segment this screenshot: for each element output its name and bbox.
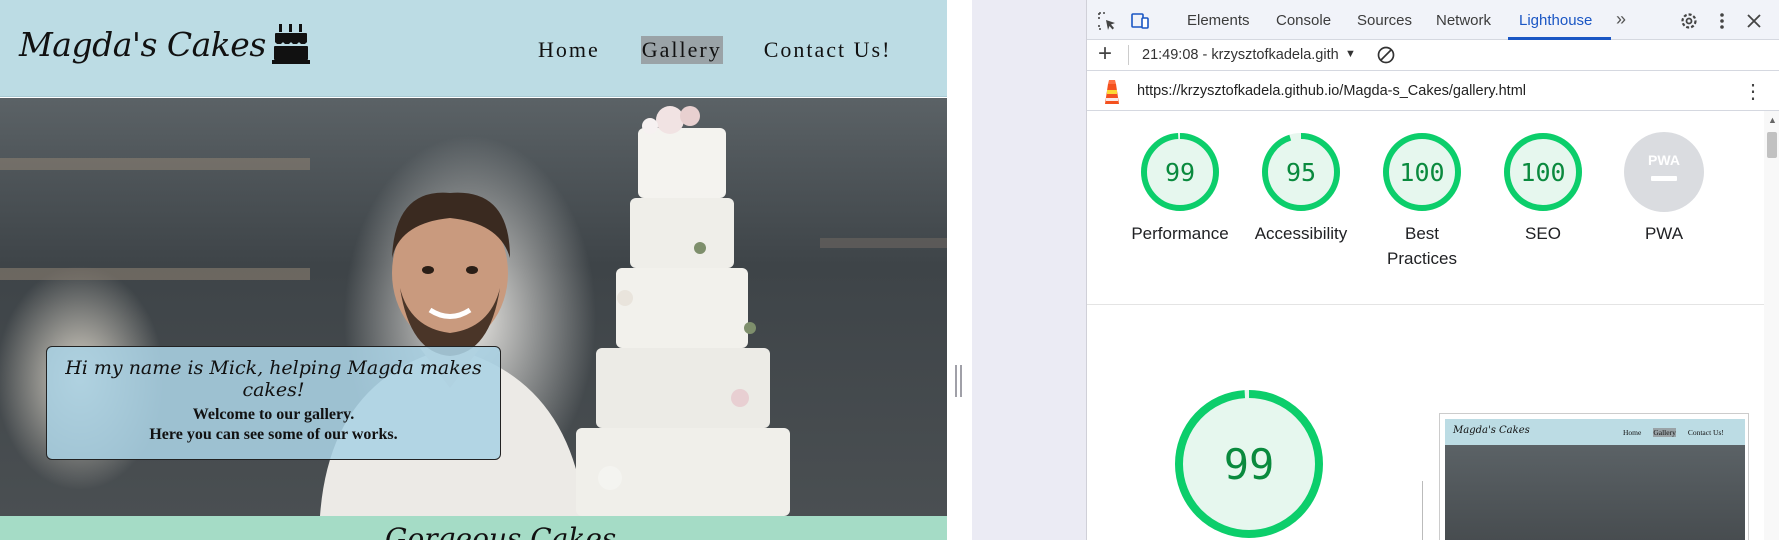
scrollbar-thumb[interactable]	[1767, 132, 1777, 158]
tab-network[interactable]: Network	[1436, 12, 1491, 29]
score-value: 99	[1165, 158, 1195, 187]
tab-elements[interactable]: Elements	[1187, 12, 1250, 29]
hero-subtext: Here you can see some of our works.	[149, 426, 398, 443]
thumbnail-nav: Home Gallery Contact Us!	[1623, 428, 1724, 437]
main-nav: Home Gallery Contact Us!	[537, 36, 892, 64]
devtools-tabbar: Elements Console Sources Network Lightho…	[1087, 0, 1779, 40]
scroll-up-icon[interactable]: ▲	[1768, 115, 1777, 125]
gauge-ring: 100	[1504, 133, 1582, 211]
score-value: PWA	[1648, 152, 1680, 168]
website-viewport: Magda's Cakes Home Gallery Contact Us! H…	[0, 0, 947, 540]
hero-welcome-box: Hi my name is Mick, helping Magda makes …	[46, 346, 501, 460]
hero-title: Hi my name is Mick, helping Magda makes …	[65, 357, 482, 401]
section-divider	[1087, 304, 1764, 305]
score-gauge-pwa[interactable]: PWA PWA	[1604, 131, 1724, 246]
main-score-value: 99	[1224, 440, 1275, 489]
score-gauge-best-practices[interactable]: 100 Best Practices	[1362, 131, 1482, 271]
devtools-resize-handle[interactable]	[954, 365, 962, 397]
thumbnail-header: Magda's Cakes Home Gallery Contact Us!	[1445, 419, 1745, 445]
shelf	[0, 268, 310, 280]
nav-contact-link[interactable]: Contact Us!	[763, 36, 893, 64]
score-gauge-accessibility[interactable]: 95 Accessibility	[1241, 131, 1361, 246]
lighthouse-report: 99 Performance 95 Accessibility 100 Best…	[1087, 111, 1764, 540]
score-label: SEO	[1525, 224, 1561, 243]
thumbnail-logo: Magda's Cakes	[1453, 425, 1530, 436]
score-label: Performance	[1131, 224, 1229, 243]
devtools-splitter-area	[972, 0, 1086, 540]
clear-icon[interactable]	[1376, 45, 1396, 65]
close-icon[interactable]	[1744, 11, 1764, 31]
tab-console[interactable]: Console	[1276, 12, 1331, 29]
score-label: Accessibility	[1254, 224, 1348, 243]
gallery-section-heading: Gorgeous Cakes	[385, 522, 617, 540]
wedding-cake	[576, 106, 790, 516]
pwa-badge-icon: PWA	[1624, 132, 1704, 212]
more-tabs-icon[interactable]: »	[1616, 9, 1626, 30]
shelf	[0, 158, 310, 170]
tab-lighthouse[interactable]: Lighthouse	[1519, 12, 1592, 29]
gauge-ring: 95	[1262, 133, 1340, 211]
score-gauge-performance[interactable]: 99 Performance	[1120, 131, 1240, 246]
caret-down-icon[interactable]: ▼	[1345, 48, 1356, 60]
gauge-ring: 99	[1141, 133, 1219, 211]
site-logo[interactable]: Magda's Cakes	[19, 22, 310, 66]
thumbnail-nav-contact: Contact Us!	[1687, 428, 1724, 437]
site-header: Magda's Cakes Home Gallery Contact Us!	[0, 0, 947, 97]
lighthouse-icon	[1105, 80, 1119, 104]
logo-text: Magda's Cakes	[19, 24, 266, 64]
score-value: 100	[1520, 158, 1565, 187]
thumbnail-hero	[1445, 445, 1745, 540]
score-value: 95	[1286, 158, 1316, 187]
score-gauge-seo[interactable]: 100 SEO	[1483, 131, 1603, 246]
settings-gear-icon[interactable]	[1679, 11, 1699, 31]
nav-gallery-link[interactable]: Gallery	[640, 36, 723, 64]
score-label: Best Practices	[1387, 224, 1457, 268]
cake-icon	[271, 24, 310, 64]
hero-image: Hi my name is Mick, helping Magda makes …	[0, 98, 947, 516]
tab-sources[interactable]: Sources	[1357, 12, 1412, 29]
score-value: 100	[1399, 158, 1444, 187]
thumbnail-connector	[1422, 481, 1423, 540]
add-icon[interactable]: +	[1098, 42, 1112, 66]
kebab-menu-icon[interactable]	[1712, 11, 1732, 31]
hero-welcome-text: Welcome to our gallery.	[192, 406, 355, 423]
viewport-gap	[947, 0, 972, 540]
gallery-section-band: Gorgeous Cakes	[0, 516, 947, 540]
report-url-bar: https://krzysztofkadela.github.io/Magda-…	[1087, 71, 1779, 111]
nav-home-link[interactable]: Home	[537, 36, 601, 64]
toolbar-divider	[1128, 45, 1129, 65]
report-url: https://krzysztofkadela.github.io/Magda-…	[1137, 83, 1526, 99]
screen: Magda's Cakes Home Gallery Contact Us! H…	[0, 0, 1779, 540]
lighthouse-toolbar: + 21:49:08 - krzysztofkadela.gith ▼	[1087, 40, 1779, 71]
main-score-gauge[interactable]: 99	[1173, 388, 1325, 540]
thumbnail-nav-home: Home	[1623, 428, 1642, 437]
gauge-ring: 99	[1175, 390, 1323, 538]
thumbnail-nav-gallery: Gallery	[1653, 428, 1676, 437]
inspect-element-icon[interactable]	[1097, 11, 1117, 31]
report-selector[interactable]: 21:49:08 - krzysztofkadela.gith	[1142, 47, 1339, 63]
report-scrollbar[interactable]: ▲	[1764, 111, 1779, 540]
score-label: PWA	[1644, 224, 1684, 243]
device-toggle-icon[interactable]	[1130, 11, 1150, 31]
gauge-ring: 100	[1383, 133, 1461, 211]
kebab-menu-icon[interactable]: ⋮	[1743, 79, 1763, 104]
final-screenshot-thumbnail[interactable]: Magda's Cakes Home Gallery Contact Us!	[1439, 413, 1749, 540]
devtools-panel: Elements Console Sources Network Lightho…	[1086, 0, 1779, 540]
